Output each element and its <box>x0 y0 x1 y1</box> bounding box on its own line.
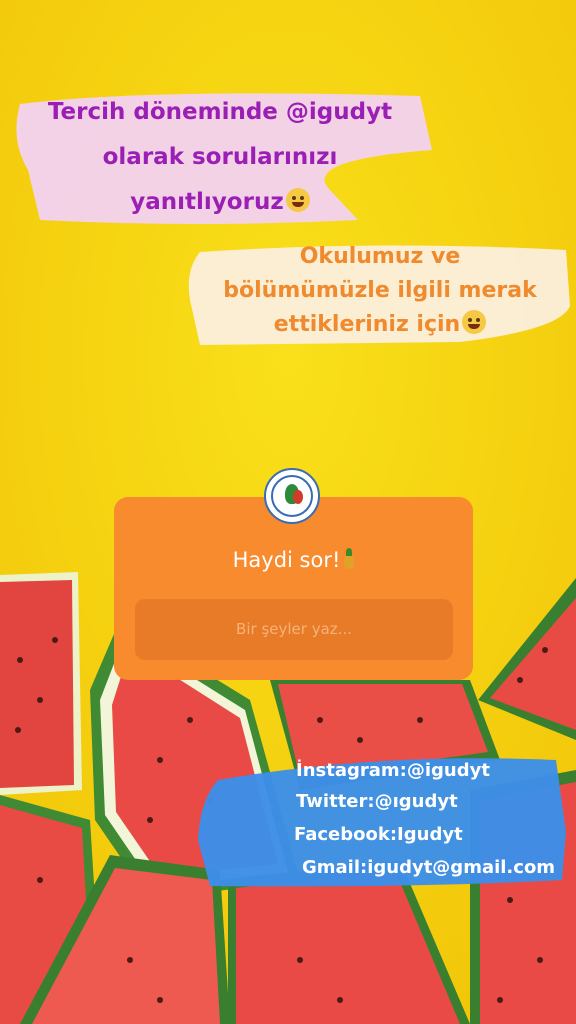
caption-line-1: Tercih döneminde @igudyt <box>47 99 393 125</box>
social-gmail: Gmail:igudyt@gmail.com <box>302 857 556 878</box>
social-instagram: İnstagram:@igudyt <box>296 760 490 781</box>
caption-line-2: olarak sorularınızı <box>102 144 338 170</box>
social-facebook: Facebook:Igudyt <box>294 824 463 845</box>
social-twitter: Twitter:@ıgudyt <box>296 791 458 812</box>
caption-intro: Tercih döneminde @igudyt olarak soruları… <box>20 90 420 225</box>
caption-school: Okulumuz ve bölümümüzle ilgili merak ett… <box>190 240 570 342</box>
caption-line-6-text: ettikleriniz için <box>273 312 461 337</box>
question-prompt-text: Haydi sor! <box>232 548 341 572</box>
answer-input[interactable]: Bir şeyler yaz... <box>135 599 453 660</box>
caption-line-4: Okulumuz ve <box>299 244 461 269</box>
smiling-face-emoji-icon <box>285 188 310 212</box>
star-struck-emoji-icon <box>462 310 487 334</box>
caption-line-3: yanıtlıyoruz <box>20 180 420 225</box>
caption-line-3-text: yanıtlıyoruz <box>130 189 284 215</box>
caption-line-5: bölümümüzle ilgili merak <box>223 278 537 303</box>
pineapple-emoji-icon <box>344 548 355 569</box>
caption-line-6: ettikleriniz için <box>190 308 570 342</box>
answer-placeholder: Bir şeyler yaz... <box>236 620 352 638</box>
question-prompt: Haydi sor! <box>114 548 473 572</box>
school-logo-icon <box>264 468 320 524</box>
